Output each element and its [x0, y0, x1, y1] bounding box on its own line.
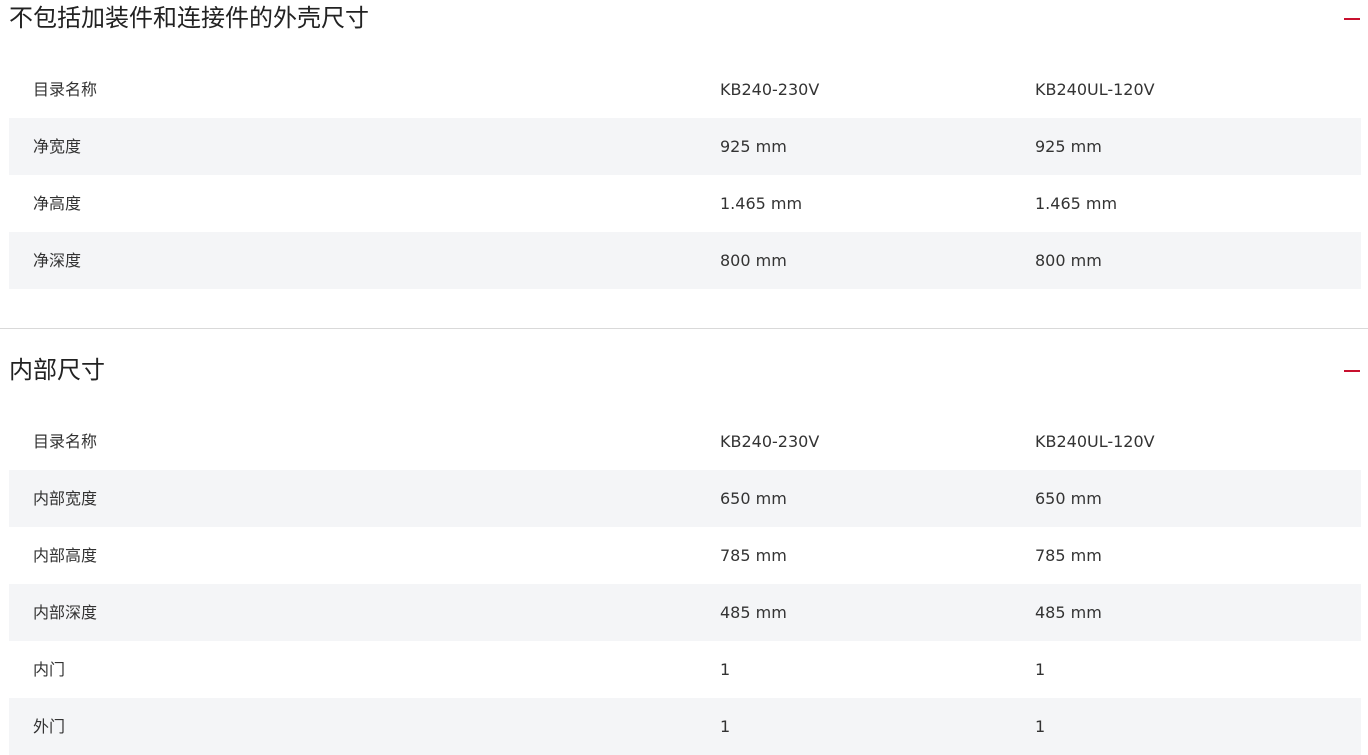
table-row: 净高度 1.465 mm 1.465 mm [9, 175, 1361, 232]
table-row: 内部高度 785 mm 785 mm [9, 527, 1361, 584]
row-value-kb240-230v: KB240-230V [720, 80, 820, 99]
row-label: 净宽度 [33, 137, 82, 156]
minus-icon[interactable] [1344, 370, 1360, 372]
row-value-kb240-230v: 1.465 mm [720, 194, 803, 213]
table-row: 目录名称 KB240-230V KB240UL-120V [9, 61, 1361, 118]
row-label: 净高度 [33, 194, 82, 213]
row-value-kb240ul-120v: 925 mm [1035, 137, 1102, 156]
table-row: 内部深度 485 mm 485 mm [9, 584, 1361, 641]
table-row: 净深度 800 mm 800 mm [9, 232, 1361, 289]
table-row: 净宽度 925 mm 925 mm [9, 118, 1361, 175]
row-label: 内部深度 [33, 603, 98, 622]
row-value-kb240ul-120v: 485 mm [1035, 603, 1102, 622]
row-value-kb240ul-120v: 650 mm [1035, 489, 1102, 508]
row-value-kb240ul-120v: KB240UL-120V [1035, 432, 1155, 451]
table-row: 内门 1 1 [9, 641, 1361, 698]
row-value-kb240ul-120v: KB240UL-120V [1035, 80, 1155, 99]
table-row: 外门 1 1 [9, 698, 1361, 755]
row-value-kb240-230v: 1 [720, 717, 731, 736]
section-title: 内部尺寸 [9, 356, 105, 384]
minus-icon[interactable] [1344, 18, 1360, 20]
row-label: 内部高度 [33, 546, 98, 565]
row-value-kb240ul-120v: 800 mm [1035, 251, 1102, 270]
row-value-kb240-230v: KB240-230V [720, 432, 820, 451]
row-value-kb240ul-120v: 1 [1035, 660, 1046, 679]
row-value-kb240-230v: 650 mm [720, 489, 787, 508]
row-value-kb240-230v: 800 mm [720, 251, 787, 270]
row-value-kb240-230v: 1 [720, 660, 731, 679]
row-label: 目录名称 [33, 80, 98, 99]
row-value-kb240-230v: 485 mm [720, 603, 787, 622]
spec-table: 目录名称 KB240-230V KB240UL-120V 内部宽度 650 mm… [9, 413, 1361, 755]
row-label: 目录名称 [33, 432, 98, 451]
inner-dimensions-header[interactable]: 内部尺寸 [0, 352, 1368, 392]
outer-dimensions-section: 不包括加装件和连接件的外壳尺寸 目录名称 KB240-230V KB240UL-… [0, 0, 1368, 289]
inner-dimensions-section: 内部尺寸 目录名称 KB240-230V KB240UL-120V 内部宽度 6… [0, 352, 1368, 755]
row-label: 外门 [33, 717, 66, 736]
row-value-kb240ul-120v: 1.465 mm [1035, 194, 1118, 213]
row-label: 净深度 [33, 251, 82, 270]
table-row: 内部宽度 650 mm 650 mm [9, 470, 1361, 527]
table-row: 目录名称 KB240-230V KB240UL-120V [9, 413, 1361, 470]
row-value-kb240-230v: 785 mm [720, 546, 787, 565]
row-label: 内部宽度 [33, 489, 98, 508]
outer-dimensions-header[interactable]: 不包括加装件和连接件的外壳尺寸 [0, 0, 1368, 40]
spec-table: 目录名称 KB240-230V KB240UL-120V 净宽度 925 mm … [9, 61, 1361, 289]
row-value-kb240-230v: 925 mm [720, 137, 787, 156]
row-value-kb240ul-120v: 1 [1035, 717, 1046, 736]
row-label: 内门 [33, 660, 66, 679]
section-title: 不包括加装件和连接件的外壳尺寸 [9, 4, 369, 32]
section-divider [0, 328, 1368, 329]
row-value-kb240ul-120v: 785 mm [1035, 546, 1102, 565]
